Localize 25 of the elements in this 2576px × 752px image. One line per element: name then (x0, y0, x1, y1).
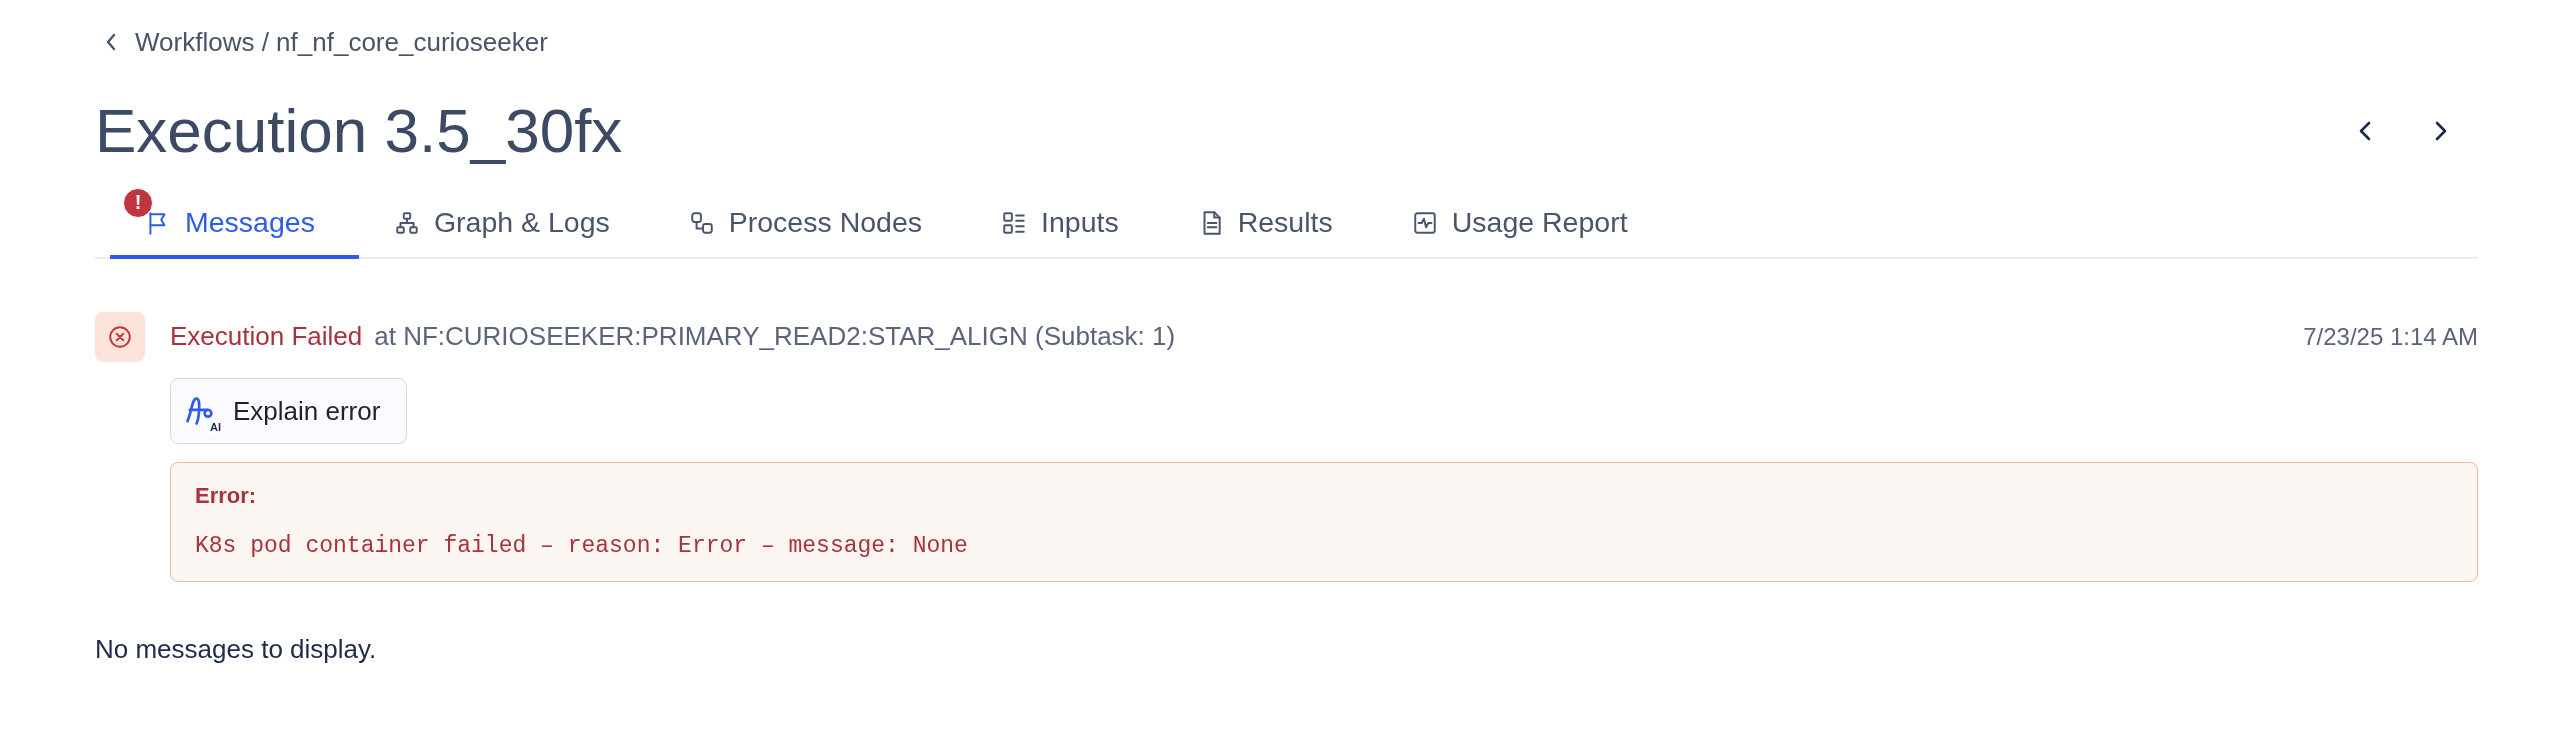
list-icon (1001, 209, 1028, 236)
activity-icon (1411, 209, 1438, 236)
back-icon[interactable] (105, 32, 117, 52)
breadcrumb-link[interactable]: Workflows / nf_nf_core_curioseeker (135, 26, 548, 58)
alert-badge: ! (123, 187, 153, 218)
tab[interactable]: Inputs (966, 180, 1163, 259)
error-message: K8s pod container failed – reason: Error – message: None (195, 533, 969, 559)
tab[interactable]: ! Messages (110, 180, 359, 259)
tab[interactable]: Results (1162, 180, 1377, 259)
ai-badge: AI (208, 420, 223, 434)
empty-message: No messages to display. (95, 634, 378, 665)
previous-icon[interactable] (2358, 120, 2372, 142)
timestamp: 7/23/25 1:14 AM (2303, 323, 2478, 351)
nodes-icon (688, 209, 715, 236)
tab[interactable]: Graph & Logs (358, 180, 654, 259)
error-status-icon (95, 312, 145, 362)
next-icon[interactable] (2434, 120, 2448, 142)
status-label: Execution Failed (170, 321, 363, 352)
explain-error-button[interactable]: AI Explain error (170, 378, 408, 444)
error-heading: Error: (195, 483, 258, 509)
tab[interactable]: Process Nodes (653, 180, 967, 259)
tab[interactable]: Usage Report (1376, 180, 1672, 259)
error-location: at NF:CURIOSEEKER:PRIMARY_READ2:STAR_ALIGN (Subtask: 1) (374, 321, 1176, 352)
page-title: Execution 3.5_30fx (95, 100, 623, 162)
hierarchy-icon (393, 209, 420, 236)
